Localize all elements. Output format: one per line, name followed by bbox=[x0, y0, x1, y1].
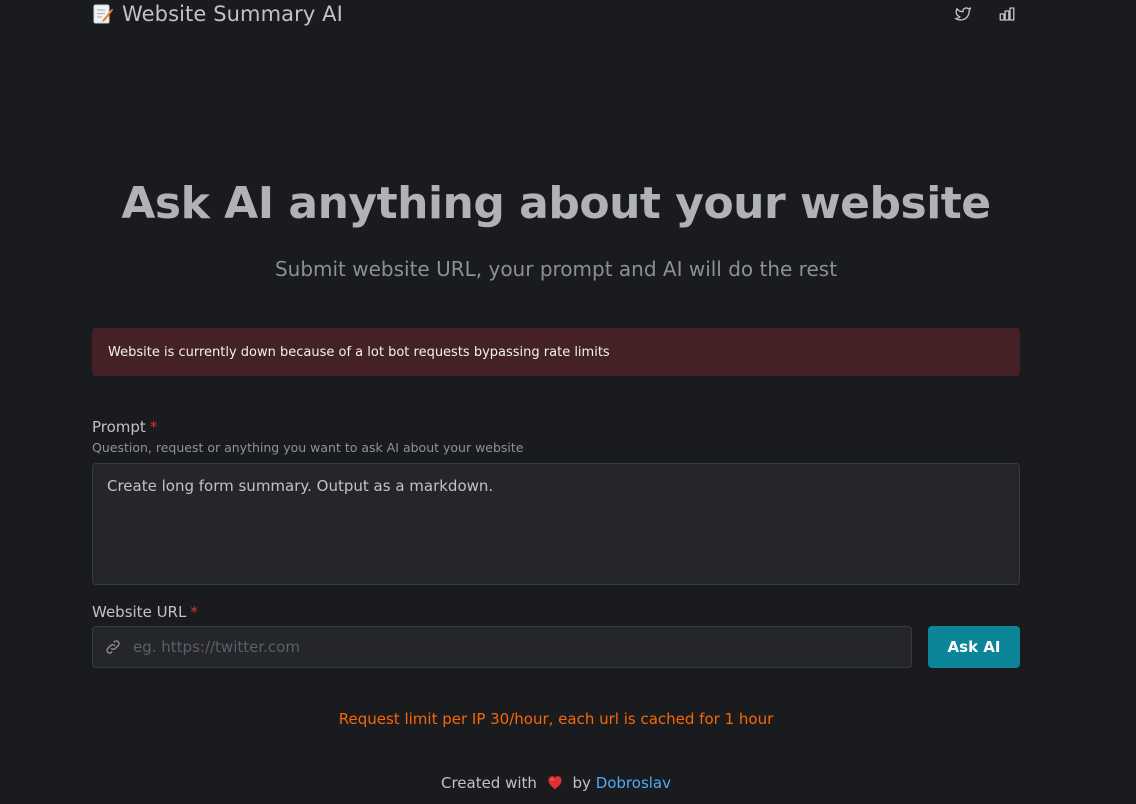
prompt-textarea[interactable] bbox=[92, 463, 1020, 585]
author-link[interactable]: Dobroslav bbox=[596, 774, 671, 792]
footer-by: by bbox=[572, 774, 591, 792]
hero-subtitle: Submit website URL, your prompt and AI w… bbox=[274, 257, 838, 281]
url-label: Website URL * bbox=[92, 603, 198, 621]
url-input[interactable] bbox=[133, 627, 911, 667]
prompt-label: Prompt * bbox=[92, 418, 157, 436]
heart-icon bbox=[546, 774, 564, 794]
required-mark: * bbox=[149, 418, 158, 436]
url-label-text: Website URL bbox=[92, 603, 187, 621]
ask-ai-button[interactable]: Ask AI bbox=[928, 626, 1020, 668]
rate-limit-note: Request limit per IP 30/hour, each url i… bbox=[338, 710, 774, 728]
status-alert: Website is currently down because of a l… bbox=[92, 328, 1020, 376]
hero-title: Ask AI anything about your website bbox=[121, 178, 991, 229]
twitter-icon[interactable] bbox=[952, 3, 974, 25]
required-mark: * bbox=[190, 603, 198, 621]
link-icon bbox=[93, 627, 133, 667]
app-title: Website Summary AI bbox=[122, 2, 343, 26]
brand[interactable]: Website Summary AI bbox=[92, 2, 343, 26]
prompt-description: Question, request or anything you want t… bbox=[92, 440, 524, 455]
header-actions bbox=[952, 3, 1020, 25]
prompt-label-text: Prompt bbox=[92, 418, 146, 436]
header: Website Summary AI bbox=[92, 0, 1020, 28]
url-field bbox=[92, 626, 912, 668]
footer: Created with by Dobroslav bbox=[92, 774, 1020, 794]
bar-chart-icon[interactable] bbox=[996, 3, 1018, 25]
page: Website Summary AI Ask AI anything about… bbox=[0, 0, 1136, 804]
footer-created-with: Created with bbox=[440, 774, 537, 792]
alert-message: Website is currently down because of a l… bbox=[108, 344, 610, 360]
memo-pencil-icon bbox=[92, 3, 114, 25]
